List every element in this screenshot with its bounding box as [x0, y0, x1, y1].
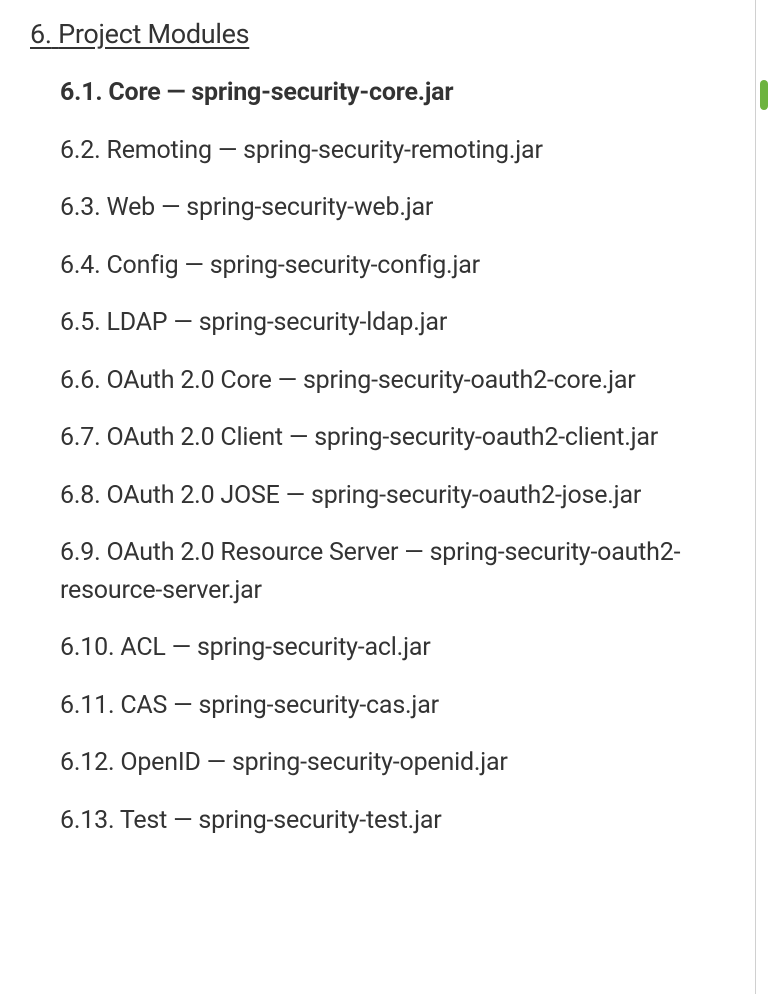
toc-item-number: 6.3. [60, 193, 100, 222]
scroll-indicator[interactable] [760, 80, 768, 110]
toc-item-label: OAuth 2.0 Client — spring-security-oauth… [100, 423, 658, 452]
toc-item-label: LDAP — spring-security-ldap.jar [100, 308, 447, 337]
toc-item-number: 6.8. [60, 481, 100, 510]
toc-item[interactable]: 6.12. OpenID — spring-security-openid.ja… [60, 744, 723, 782]
toc-item-label: OAuth 2.0 JOSE — spring-security-oauth2-… [100, 481, 641, 510]
toc-item-label: CAS — spring-security-cas.jar [114, 691, 439, 720]
toc-item[interactable]: 6.10. ACL — spring-security-acl.jar [60, 629, 723, 667]
toc-item-number: 6.7. [60, 423, 100, 452]
toc-item-number: 6.9. [60, 538, 100, 567]
toc-item-number: 6.6. [60, 366, 100, 395]
toc-item-number: 6.2. [60, 136, 100, 165]
toc-item[interactable]: 6.6. OAuth 2.0 Core — spring-security-oa… [60, 362, 723, 400]
toc-item-label: Test — spring-security-test.jar [114, 806, 441, 835]
toc-item[interactable]: 6.5. LDAP — spring-security-ldap.jar [60, 304, 723, 342]
toc-item-number: 6.11. [60, 691, 114, 720]
right-border [755, 0, 756, 994]
toc-container: 6. Project Modules 6.1. Core — spring-se… [0, 0, 753, 879]
toc-item-number: 6.12. [60, 748, 114, 777]
section-heading[interactable]: 6. Project Modules [30, 18, 723, 50]
toc-item-label: OAuth 2.0 Resource Server — spring-secur… [60, 538, 680, 605]
section-title: Project Modules [58, 18, 249, 50]
toc-item-number: 6.10. [60, 633, 114, 662]
toc-item[interactable]: 6.4. Config — spring-security-config.jar [60, 247, 723, 285]
toc-item[interactable]: 6.7. OAuth 2.0 Client — spring-security-… [60, 419, 723, 457]
toc-item-label: Core — spring-security-core.jar [102, 78, 453, 107]
toc-item-number: 6.4. [60, 251, 100, 280]
toc-item[interactable]: 6.8. OAuth 2.0 JOSE — spring-security-oa… [60, 477, 723, 515]
toc-item-number: 6.1. [60, 78, 102, 107]
toc-item[interactable]: 6.2. Remoting — spring-security-remoting… [60, 132, 723, 170]
toc-item-number: 6.13. [60, 806, 114, 835]
toc-item[interactable]: 6.13. Test — spring-security-test.jar [60, 802, 723, 840]
toc-item[interactable]: 6.11. CAS — spring-security-cas.jar [60, 687, 723, 725]
toc-item[interactable]: 6.1. Core — spring-security-core.jar [60, 74, 723, 112]
toc-item-label: OAuth 2.0 Core — spring-security-oauth2-… [100, 366, 635, 395]
section-number: 6. [30, 18, 52, 50]
toc-list: 6.1. Core — spring-security-core.jar6.2.… [30, 74, 723, 839]
toc-item-label: Remoting — spring-security-remoting.jar [100, 136, 542, 165]
toc-item[interactable]: 6.9. OAuth 2.0 Resource Server — spring-… [60, 534, 723, 609]
toc-item-label: Web — spring-security-web.jar [100, 193, 433, 222]
toc-item-number: 6.5. [60, 308, 100, 337]
toc-item-label: ACL — spring-security-acl.jar [114, 633, 430, 662]
toc-item-label: OpenID — spring-security-openid.jar [114, 748, 507, 777]
toc-item-label: Config — spring-security-config.jar [100, 251, 479, 280]
toc-item[interactable]: 6.3. Web — spring-security-web.jar [60, 189, 723, 227]
